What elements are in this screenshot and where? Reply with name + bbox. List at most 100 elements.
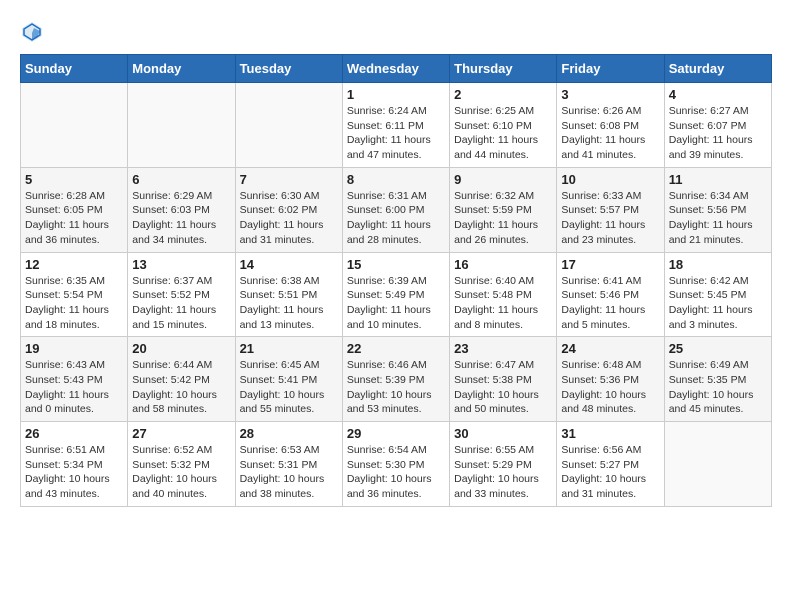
day-number: 17 bbox=[561, 257, 659, 272]
calendar-header-row: SundayMondayTuesdayWednesdayThursdayFrid… bbox=[21, 55, 772, 83]
day-info: Sunrise: 6:28 AMSunset: 6:05 PMDaylight:… bbox=[25, 189, 123, 248]
day-number: 24 bbox=[561, 341, 659, 356]
day-number: 4 bbox=[669, 87, 767, 102]
header-saturday: Saturday bbox=[664, 55, 771, 83]
day-number: 2 bbox=[454, 87, 552, 102]
header-friday: Friday bbox=[557, 55, 664, 83]
week-row-5: 26 Sunrise: 6:51 AMSunset: 5:34 PMDayligh… bbox=[21, 422, 772, 507]
day-info: Sunrise: 6:40 AMSunset: 5:48 PMDaylight:… bbox=[454, 274, 552, 333]
day-info: Sunrise: 6:49 AMSunset: 5:35 PMDaylight:… bbox=[669, 358, 767, 417]
calendar-cell: 27Sunrise: 6:52 AMSunset: 5:32 PMDayligh… bbox=[128, 422, 235, 507]
header-sunday: Sunday bbox=[21, 55, 128, 83]
day-number: 5 bbox=[25, 172, 123, 187]
header-tuesday: Tuesday bbox=[235, 55, 342, 83]
day-number: 23 bbox=[454, 341, 552, 356]
calendar-cell: 12 Sunrise: 6:35 AMSunset: 5:54 PMDayligh… bbox=[21, 252, 128, 337]
day-info: Sunrise: 6:31 AMSunset: 6:00 PMDaylight:… bbox=[347, 189, 445, 248]
calendar-cell: 6 Sunrise: 6:29 AMSunset: 6:03 PMDaylight… bbox=[128, 167, 235, 252]
day-number: 9 bbox=[454, 172, 552, 187]
calendar-cell: 26 Sunrise: 6:51 AMSunset: 5:34 PMDayligh… bbox=[21, 422, 128, 507]
day-info: Sunrise: 6:32 AMSunset: 5:59 PMDaylight:… bbox=[454, 189, 552, 248]
day-number: 12 bbox=[25, 257, 123, 272]
day-number: 22 bbox=[347, 341, 445, 356]
week-row-3: 12 Sunrise: 6:35 AMSunset: 5:54 PMDayligh… bbox=[21, 252, 772, 337]
day-number: 3 bbox=[561, 87, 659, 102]
calendar-cell bbox=[21, 83, 128, 168]
header-wednesday: Wednesday bbox=[342, 55, 449, 83]
calendar-cell: 22Sunrise: 6:46 AMSunset: 5:39 PMDayligh… bbox=[342, 337, 449, 422]
day-info: Sunrise: 6:30 AMSunset: 6:02 PMDaylight:… bbox=[240, 189, 338, 248]
logo bbox=[20, 20, 48, 44]
day-info: Sunrise: 6:25 AMSunset: 6:10 PMDaylight:… bbox=[454, 104, 552, 163]
day-info: Sunrise: 6:53 AMSunset: 5:31 PMDaylight:… bbox=[240, 443, 338, 502]
day-info: Sunrise: 6:55 AMSunset: 5:29 PMDaylight:… bbox=[454, 443, 552, 502]
day-info: Sunrise: 6:54 AMSunset: 5:30 PMDaylight:… bbox=[347, 443, 445, 502]
day-number: 14 bbox=[240, 257, 338, 272]
day-info: Sunrise: 6:38 AMSunset: 5:51 PMDaylight:… bbox=[240, 274, 338, 333]
day-info: Sunrise: 6:51 AMSunset: 5:34 PMDaylight:… bbox=[25, 443, 123, 502]
day-info: Sunrise: 6:47 AMSunset: 5:38 PMDaylight:… bbox=[454, 358, 552, 417]
calendar-cell: 19 Sunrise: 6:43 AMSunset: 5:43 PMDayligh… bbox=[21, 337, 128, 422]
calendar-cell: 20Sunrise: 6:44 AMSunset: 5:42 PMDayligh… bbox=[128, 337, 235, 422]
day-number: 29 bbox=[347, 426, 445, 441]
calendar-cell: 14 Sunrise: 6:38 AMSunset: 5:51 PMDayligh… bbox=[235, 252, 342, 337]
calendar-cell: 3 Sunrise: 6:26 AMSunset: 6:08 PMDaylight… bbox=[557, 83, 664, 168]
calendar-cell: 31 Sunrise: 6:56 AMSunset: 5:27 PMDayligh… bbox=[557, 422, 664, 507]
week-row-4: 19 Sunrise: 6:43 AMSunset: 5:43 PMDayligh… bbox=[21, 337, 772, 422]
day-number: 16 bbox=[454, 257, 552, 272]
calendar-cell: 5 Sunrise: 6:28 AMSunset: 6:05 PMDaylight… bbox=[21, 167, 128, 252]
calendar-cell bbox=[235, 83, 342, 168]
day-number: 15 bbox=[347, 257, 445, 272]
day-number: 30 bbox=[454, 426, 552, 441]
header-monday: Monday bbox=[128, 55, 235, 83]
calendar-cell: 9 Sunrise: 6:32 AMSunset: 5:59 PMDaylight… bbox=[450, 167, 557, 252]
header-thursday: Thursday bbox=[450, 55, 557, 83]
calendar-cell: 15Sunrise: 6:39 AMSunset: 5:49 PMDayligh… bbox=[342, 252, 449, 337]
calendar-cell: 18 Sunrise: 6:42 AMSunset: 5:45 PMDayligh… bbox=[664, 252, 771, 337]
calendar-cell: 2 Sunrise: 6:25 AMSunset: 6:10 PMDaylight… bbox=[450, 83, 557, 168]
day-info: Sunrise: 6:34 AMSunset: 5:56 PMDaylight:… bbox=[669, 189, 767, 248]
day-number: 10 bbox=[561, 172, 659, 187]
day-number: 27 bbox=[132, 426, 230, 441]
day-number: 6 bbox=[132, 172, 230, 187]
calendar-cell: 11 Sunrise: 6:34 AMSunset: 5:56 PMDayligh… bbox=[664, 167, 771, 252]
calendar-cell: 7Sunrise: 6:30 AMSunset: 6:02 PMDaylight… bbox=[235, 167, 342, 252]
calendar-cell: 1Sunrise: 6:24 AMSunset: 6:11 PMDaylight… bbox=[342, 83, 449, 168]
day-info: Sunrise: 6:33 AMSunset: 5:57 PMDaylight:… bbox=[561, 189, 659, 248]
calendar-cell: 17 Sunrise: 6:41 AMSunset: 5:46 PMDayligh… bbox=[557, 252, 664, 337]
logo-icon bbox=[20, 20, 44, 44]
calendar-cell: 4 Sunrise: 6:27 AMSunset: 6:07 PMDaylight… bbox=[664, 83, 771, 168]
calendar: SundayMondayTuesdayWednesdayThursdayFrid… bbox=[20, 54, 772, 507]
calendar-cell: 29 Sunrise: 6:54 AMSunset: 5:30 PMDayligh… bbox=[342, 422, 449, 507]
day-info: Sunrise: 6:29 AMSunset: 6:03 PMDaylight:… bbox=[132, 189, 230, 248]
day-info: Sunrise: 6:56 AMSunset: 5:27 PMDaylight:… bbox=[561, 443, 659, 502]
day-info: Sunrise: 6:42 AMSunset: 5:45 PMDaylight:… bbox=[669, 274, 767, 333]
day-number: 18 bbox=[669, 257, 767, 272]
calendar-cell: 13 Sunrise: 6:37 AMSunset: 5:52 PMDayligh… bbox=[128, 252, 235, 337]
day-number: 11 bbox=[669, 172, 767, 187]
day-info: Sunrise: 6:35 AMSunset: 5:54 PMDaylight:… bbox=[25, 274, 123, 333]
calendar-cell: 23 Sunrise: 6:47 AMSunset: 5:38 PMDayligh… bbox=[450, 337, 557, 422]
day-info: Sunrise: 6:43 AMSunset: 5:43 PMDaylight:… bbox=[25, 358, 123, 417]
day-number: 1 bbox=[347, 87, 445, 102]
day-info: Sunrise: 6:48 AMSunset: 5:36 PMDaylight:… bbox=[561, 358, 659, 417]
day-info: Sunrise: 6:26 AMSunset: 6:08 PMDaylight:… bbox=[561, 104, 659, 163]
day-info: Sunrise: 6:45 AMSunset: 5:41 PMDaylight:… bbox=[240, 358, 338, 417]
day-number: 31 bbox=[561, 426, 659, 441]
calendar-cell bbox=[664, 422, 771, 507]
day-number: 8 bbox=[347, 172, 445, 187]
day-number: 13 bbox=[132, 257, 230, 272]
calendar-cell: 30 Sunrise: 6:55 AMSunset: 5:29 PMDayligh… bbox=[450, 422, 557, 507]
page-header bbox=[20, 20, 772, 44]
day-info: Sunrise: 6:37 AMSunset: 5:52 PMDaylight:… bbox=[132, 274, 230, 333]
day-number: 19 bbox=[25, 341, 123, 356]
day-info: Sunrise: 6:27 AMSunset: 6:07 PMDaylight:… bbox=[669, 104, 767, 163]
day-number: 26 bbox=[25, 426, 123, 441]
calendar-cell: 8 Sunrise: 6:31 AMSunset: 6:00 PMDaylight… bbox=[342, 167, 449, 252]
week-row-2: 5 Sunrise: 6:28 AMSunset: 6:05 PMDaylight… bbox=[21, 167, 772, 252]
calendar-cell: 21Sunrise: 6:45 AMSunset: 5:41 PMDayligh… bbox=[235, 337, 342, 422]
day-number: 20 bbox=[132, 341, 230, 356]
day-info: Sunrise: 6:41 AMSunset: 5:46 PMDaylight:… bbox=[561, 274, 659, 333]
calendar-cell: 28Sunrise: 6:53 AMSunset: 5:31 PMDayligh… bbox=[235, 422, 342, 507]
calendar-cell: 10 Sunrise: 6:33 AMSunset: 5:57 PMDayligh… bbox=[557, 167, 664, 252]
